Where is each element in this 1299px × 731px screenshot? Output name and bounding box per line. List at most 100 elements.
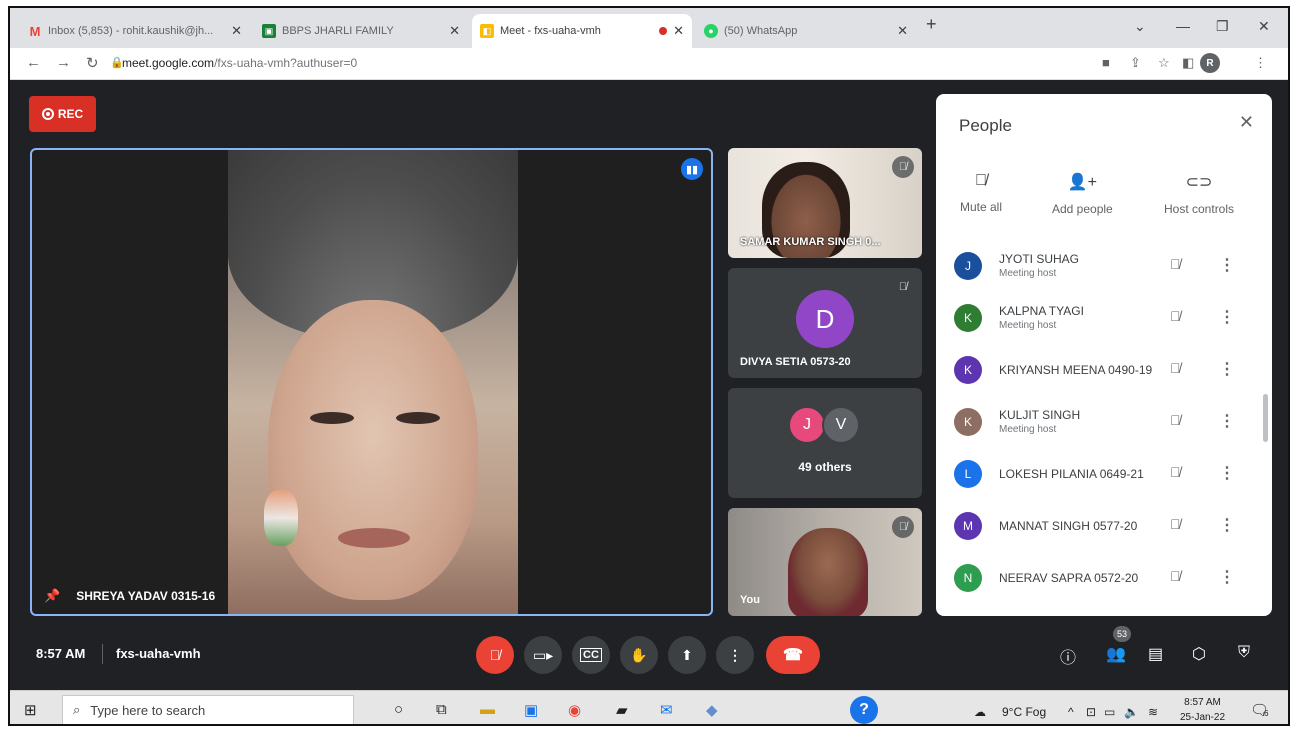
captions-button[interactable]: CC bbox=[572, 636, 610, 674]
divider bbox=[102, 644, 103, 664]
pinned-video-tile[interactable]: ▮▮ 📌 SHREYA YADAV 0315-16 bbox=[30, 148, 713, 616]
speaking-indicator-icon: ▮▮ bbox=[681, 158, 703, 180]
host-controls-button[interactable]: ⊂⊃ Host controls bbox=[1164, 172, 1234, 216]
help-icon[interactable]: ? bbox=[850, 696, 878, 724]
mic-off-icon[interactable]: 🎙̸ bbox=[1170, 516, 1181, 532]
reload-button[interactable]: ↻ bbox=[86, 54, 99, 72]
present-screen-button[interactable]: ⬆ bbox=[668, 636, 706, 674]
mic-toggle-button[interactable]: 🎙̸ bbox=[476, 636, 514, 674]
browser-menu-icon[interactable]: ⋮ bbox=[1254, 55, 1267, 71]
taskbar-search-input[interactable]: ⌕ Type here to search bbox=[62, 695, 354, 724]
more-options-button[interactable]: ⋮ bbox=[716, 636, 754, 674]
weather-icon[interactable]: ☁ bbox=[974, 705, 986, 719]
browser-tab-bar: M Inbox (5,853) - rohit.kaushik@jh... ✕ … bbox=[10, 8, 1288, 48]
participant-video bbox=[228, 150, 518, 614]
new-tab-button[interactable]: + bbox=[926, 14, 937, 35]
more-options-icon[interactable]: ⋮ bbox=[1219, 359, 1235, 379]
volume-icon[interactable]: 🔈 bbox=[1124, 705, 1139, 719]
back-button[interactable]: ← bbox=[26, 54, 41, 71]
add-people-button[interactable]: 👤+ Add people bbox=[1052, 172, 1113, 216]
mic-off-icon[interactable]: 🎙̸ bbox=[1170, 412, 1181, 428]
profile-avatar[interactable]: R bbox=[1200, 53, 1220, 73]
mic-off-icon: 🎙̸ bbox=[892, 156, 914, 178]
onedrive-icon[interactable]: ⊡ bbox=[1086, 705, 1096, 719]
app-icon[interactable]: ◆ bbox=[706, 701, 718, 719]
video-tile-others[interactable]: J V 49 others bbox=[728, 388, 922, 498]
list-item[interactable]: L LOKESH PILANIA 0649-21 🎙̸ ⋮ bbox=[936, 452, 1272, 504]
activities-icon[interactable]: ⬡ bbox=[1192, 644, 1206, 664]
share-icon[interactable]: ⇪ bbox=[1130, 55, 1141, 71]
tab-classroom[interactable]: ▣ BBPS JHARLI FAMILY ✕ bbox=[254, 14, 468, 48]
video-tile-self[interactable]: 🎙̸ You bbox=[728, 508, 922, 616]
pin-icon[interactable]: 📌 bbox=[44, 588, 60, 604]
mail-icon[interactable]: ✉ bbox=[660, 701, 673, 719]
side-panel-icon[interactable]: ◧ bbox=[1182, 55, 1194, 71]
list-item[interactable]: K KULJIT SINGH Meeting host 🎙̸ ⋮ bbox=[936, 400, 1272, 452]
video-tile-samar[interactable]: 🎙̸ SAMAR KUMAR SINGH 0... bbox=[728, 148, 922, 258]
people-icon[interactable]: 👥 bbox=[1106, 644, 1126, 664]
more-options-icon[interactable]: ⋮ bbox=[1219, 255, 1235, 275]
participant-avatar: D bbox=[796, 290, 854, 348]
close-icon[interactable]: ✕ bbox=[1239, 112, 1254, 133]
tab-search-chevron-icon[interactable]: ⌄ bbox=[1134, 18, 1146, 35]
cortana-icon[interactable]: ○ bbox=[394, 701, 403, 718]
close-icon[interactable]: ✕ bbox=[231, 23, 242, 39]
list-item[interactable]: M MANNAT SINGH 0577-20 🎙̸ ⋮ bbox=[936, 504, 1272, 556]
mic-off-icon[interactable]: 🎙̸ bbox=[1170, 568, 1181, 584]
video-eye-right bbox=[396, 412, 440, 424]
camera-toggle-button[interactable]: ▭▸ bbox=[524, 636, 562, 674]
windows-start-icon[interactable]: ⊞ bbox=[24, 701, 37, 719]
list-item[interactable]: N NEERAV SAPRA 0572-20 🎙̸ ⋮ bbox=[936, 556, 1272, 608]
more-options-icon[interactable]: ⋮ bbox=[1219, 515, 1235, 535]
raise-hand-button[interactable]: ✋ bbox=[620, 636, 658, 674]
store-icon[interactable]: ▣ bbox=[524, 701, 538, 719]
mic-off-icon[interactable]: 🎙̸ bbox=[1170, 464, 1181, 480]
window-close-button[interactable]: ✕ bbox=[1258, 18, 1270, 35]
chrome-icon[interactable]: ◉ bbox=[568, 701, 581, 719]
participant-name: DIVYA SETIA 0573-20 bbox=[740, 356, 851, 368]
minimize-button[interactable]: — bbox=[1176, 18, 1190, 34]
mic-off-icon[interactable]: 🎙̸ bbox=[1170, 256, 1181, 272]
list-item[interactable]: J JYOTI SUHAG Meeting host 🎙̸ ⋮ bbox=[936, 244, 1272, 296]
mic-off-icon[interactable]: 🎙̸ bbox=[1170, 360, 1181, 376]
more-options-icon[interactable]: ⋮ bbox=[1219, 463, 1235, 483]
battery-icon[interactable]: ▭ bbox=[1104, 705, 1115, 719]
whatsapp-icon: ● bbox=[704, 24, 718, 38]
chat-icon[interactable]: ▤ bbox=[1148, 644, 1163, 664]
more-options-icon[interactable]: ⋮ bbox=[1219, 307, 1235, 327]
mic-off-icon[interactable]: 🎙̸ bbox=[1170, 308, 1181, 324]
list-item[interactable]: K KALPNA TYAGI Meeting host 🎙̸ ⋮ bbox=[936, 296, 1272, 348]
meeting-details-icon[interactable]: ⓘ bbox=[1060, 644, 1076, 668]
clock-date: 25-Jan-22 bbox=[1180, 712, 1226, 723]
recording-badge[interactable]: REC bbox=[29, 96, 96, 132]
close-icon[interactable]: ✕ bbox=[897, 23, 908, 39]
mute-all-button[interactable]: 🎙̸ Mute all bbox=[960, 172, 1002, 214]
bookmark-star-icon[interactable]: ☆ bbox=[1158, 55, 1170, 71]
tab-meet[interactable]: ◧ Meet - fxs-uaha-vmh ✕ bbox=[472, 14, 692, 48]
sticky-notes-icon[interactable]: ▰ bbox=[616, 701, 628, 719]
close-icon[interactable]: ✕ bbox=[673, 23, 684, 39]
restore-button[interactable]: ❐ bbox=[1216, 18, 1229, 35]
file-explorer-icon[interactable]: ▬ bbox=[480, 701, 495, 718]
tray-chevron-icon[interactable]: ^ bbox=[1068, 705, 1074, 719]
wifi-icon[interactable]: ≋ bbox=[1148, 705, 1158, 719]
video-tile-divya[interactable]: D 🎙̸ DIVYA SETIA 0573-20 bbox=[728, 268, 922, 378]
camera-indicator-icon[interactable]: ■ bbox=[1102, 55, 1110, 70]
leave-call-button[interactable]: ☎ bbox=[766, 636, 820, 674]
list-item[interactable]: K KRIYANSH MEENA 0490-19 🎙̸ ⋮ bbox=[936, 348, 1272, 400]
task-view-icon[interactable]: ⧉ bbox=[436, 701, 447, 718]
taskbar-clock[interactable]: 8:57 AM 25-Jan-22 bbox=[1180, 695, 1226, 724]
more-options-icon[interactable]: ⋮ bbox=[1219, 411, 1235, 431]
participant-name: KALPNA TYAGI bbox=[999, 304, 1084, 318]
weather-label[interactable]: 9°C Fog bbox=[1002, 705, 1046, 719]
host-controls-icon[interactable]: ⛨ bbox=[1238, 644, 1250, 662]
participant-count-badge: 53 bbox=[1113, 626, 1131, 642]
url-field[interactable]: meet.google.com/fxs-uaha-vmh?authuser=0 bbox=[122, 56, 357, 70]
more-options-icon[interactable]: ⋮ bbox=[1219, 567, 1235, 587]
tab-gmail[interactable]: M Inbox (5,853) - rohit.kaushik@jh... ✕ bbox=[20, 14, 250, 48]
tab-whatsapp[interactable]: ● (50) WhatsApp ✕ bbox=[696, 14, 916, 48]
close-icon[interactable]: ✕ bbox=[449, 23, 460, 39]
forward-button[interactable]: → bbox=[56, 54, 71, 71]
mute-all-icon: 🎙̸ bbox=[975, 172, 988, 189]
scrollbar[interactable] bbox=[1263, 394, 1268, 442]
